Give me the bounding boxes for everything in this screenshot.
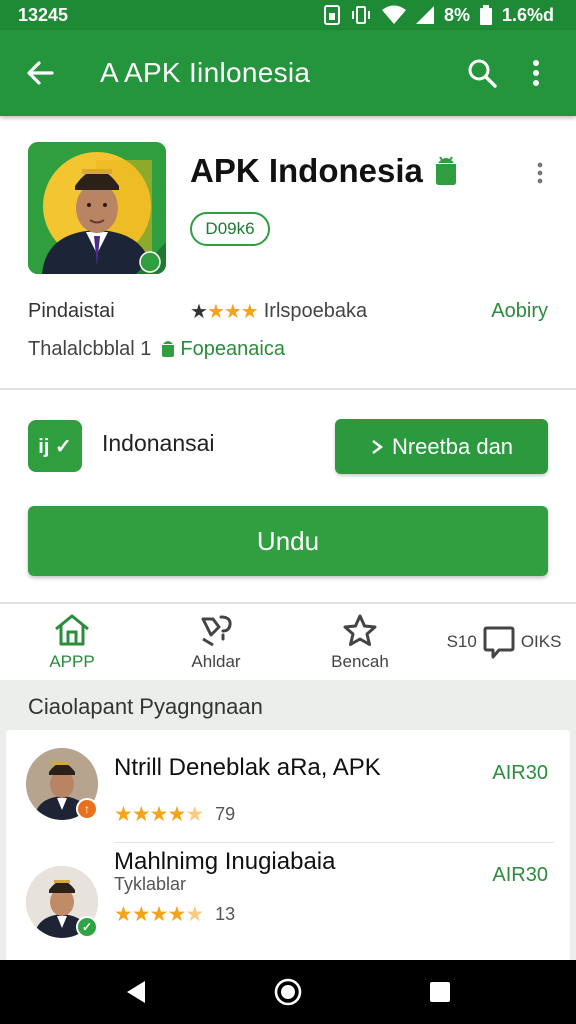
home-icon <box>53 612 91 648</box>
star-icon <box>341 612 379 648</box>
status-bar: 13245 8% 1.6%d <box>0 0 576 30</box>
language-badge-icon: ij ✓ <box>28 420 82 472</box>
item-divider <box>114 842 554 843</box>
rating-stars: ★★★★★ <box>114 903 204 926</box>
section-title: Ciaolapant Pyagngnaan <box>28 694 263 719</box>
nav-recents-icon <box>430 982 450 1002</box>
more-vert-icon <box>533 60 539 86</box>
android-icon <box>162 341 175 357</box>
search-icon <box>468 59 497 88</box>
tab-label-right: OIKS <box>520 632 562 651</box>
tab-label: Ahldar <box>191 652 241 671</box>
item-price: AIR30 <box>492 864 548 886</box>
android-icon <box>435 156 456 185</box>
download-button[interactable]: Undu <box>28 506 548 576</box>
section-divider <box>0 602 576 604</box>
secondary-action-button[interactable]: Nreetba dan <box>335 419 548 474</box>
nav-home-icon <box>274 978 302 1006</box>
category-tabs: APPP Ahldar Bencah S10 OIKS <box>0 606 576 678</box>
item-rating: ★★★★★ 13 <box>114 902 235 927</box>
signal-icon <box>415 5 434 25</box>
install-actions: ij ✓ Indonansai Nreetba dan Undu <box>0 392 576 602</box>
chat-icon <box>483 626 515 659</box>
tab-label: Bencah <box>331 652 389 671</box>
nav-home-button[interactable] <box>258 962 318 1022</box>
version-chip: D09k6 <box>190 212 270 246</box>
wifi-icon <box>381 5 406 25</box>
app-name: APK Indonesia <box>190 152 459 190</box>
toolbar-title: A APK Iinlonesia <box>100 57 311 88</box>
list-item[interactable]: ✓ Mahlnimg Inugiabaia Tyklablar ★★★★★ 13… <box>6 848 570 966</box>
nav-recents-button[interactable] <box>410 962 470 1022</box>
publisher-name[interactable]: Pindaistai <box>28 300 190 323</box>
item-name: Mahlnimg Inugiabaia <box>114 848 336 875</box>
tab-apps[interactable]: APPP <box>0 606 144 678</box>
verified-badge: ✓ <box>76 916 98 938</box>
tab-top[interactable]: Bencah <box>288 606 432 678</box>
arrow-back-icon <box>27 61 54 85</box>
sim-icon <box>323 5 340 25</box>
back-button[interactable] <box>18 51 62 95</box>
app-overflow-button[interactable] <box>526 158 554 188</box>
meta-row-secondary: Thalalcbblal 1 Fopeanaica <box>28 334 285 364</box>
platform-tag: Fopeanaica <box>161 338 285 361</box>
secondary-action-label: Nreetba dan <box>391 433 514 459</box>
platform-tag-text: Fopeanaica <box>180 337 285 360</box>
related-apps-card: ↑ Ntrill Deneblak aRa, APK ★★★★★ 79 AIR3… <box>6 730 570 964</box>
download-count-label: Thalalcbblal 1 <box>28 337 152 360</box>
review-count: 13 <box>215 904 236 924</box>
status-badge: ↑ <box>76 798 98 820</box>
more-vert-icon <box>537 162 543 184</box>
review-count: 79 <box>215 804 236 824</box>
battery-icon <box>479 5 492 25</box>
more-options-button[interactable] <box>514 51 558 95</box>
rating-stars: ★★★★ <box>190 300 259 323</box>
chevron-right-icon <box>372 439 383 454</box>
meta-row: Pindaistai ★★★★ Irlspoebaka Aobiry <box>28 296 548 326</box>
app-icon[interactable] <box>28 142 166 274</box>
app-logo-image <box>28 142 166 274</box>
nav-back-icon <box>127 981 145 1003</box>
tab-label: APPP <box>49 652 95 671</box>
app-toolbar: A APK Iinlonesia <box>0 30 576 116</box>
status-icons: 8% 1.6%d <box>323 4 554 26</box>
rating-stars: ★★★★★ <box>114 803 204 826</box>
app-name-text: APK Indonesia <box>190 152 423 189</box>
tab-label-left: S10 <box>446 632 477 651</box>
tab-categories[interactable]: Ahldar <box>144 606 288 678</box>
battery-percent-2: 1.6%d <box>501 4 554 25</box>
status-time: 13245 <box>18 4 69 25</box>
vibrate-icon <box>350 5 372 25</box>
section-divider <box>0 388 576 390</box>
tab-messages-row: S10 OIKS <box>446 624 562 660</box>
category-link[interactable]: Aobiry <box>491 300 548 323</box>
rating-label: Irlspoebaka <box>263 299 368 322</box>
app-header: APK Indonesia D09k6 Pindaistai ★★★★ Irls… <box>0 124 576 388</box>
system-navigation-bar <box>0 960 576 1024</box>
language-label: Indonansai <box>102 430 215 456</box>
nav-back-button[interactable] <box>106 962 166 1022</box>
search-button[interactable] <box>460 51 504 95</box>
item-rating: ★★★★★ 79 <box>114 802 235 827</box>
category-icon <box>197 612 235 648</box>
item-subtitle: Tyklablar <box>114 874 187 894</box>
item-name: Ntrill Deneblak aRa, APK <box>114 754 381 781</box>
list-item[interactable]: ↑ Ntrill Deneblak aRa, APK ★★★★★ 79 AIR3… <box>6 730 570 848</box>
battery-percent: 8% <box>443 4 470 25</box>
related-apps-section: Ciaolapant Pyagngnaan ↑ Ntrill Deneblak … <box>0 680 576 964</box>
item-price: AIR30 <box>492 762 548 784</box>
tab-messages[interactable]: S10 OIKS <box>432 606 576 678</box>
